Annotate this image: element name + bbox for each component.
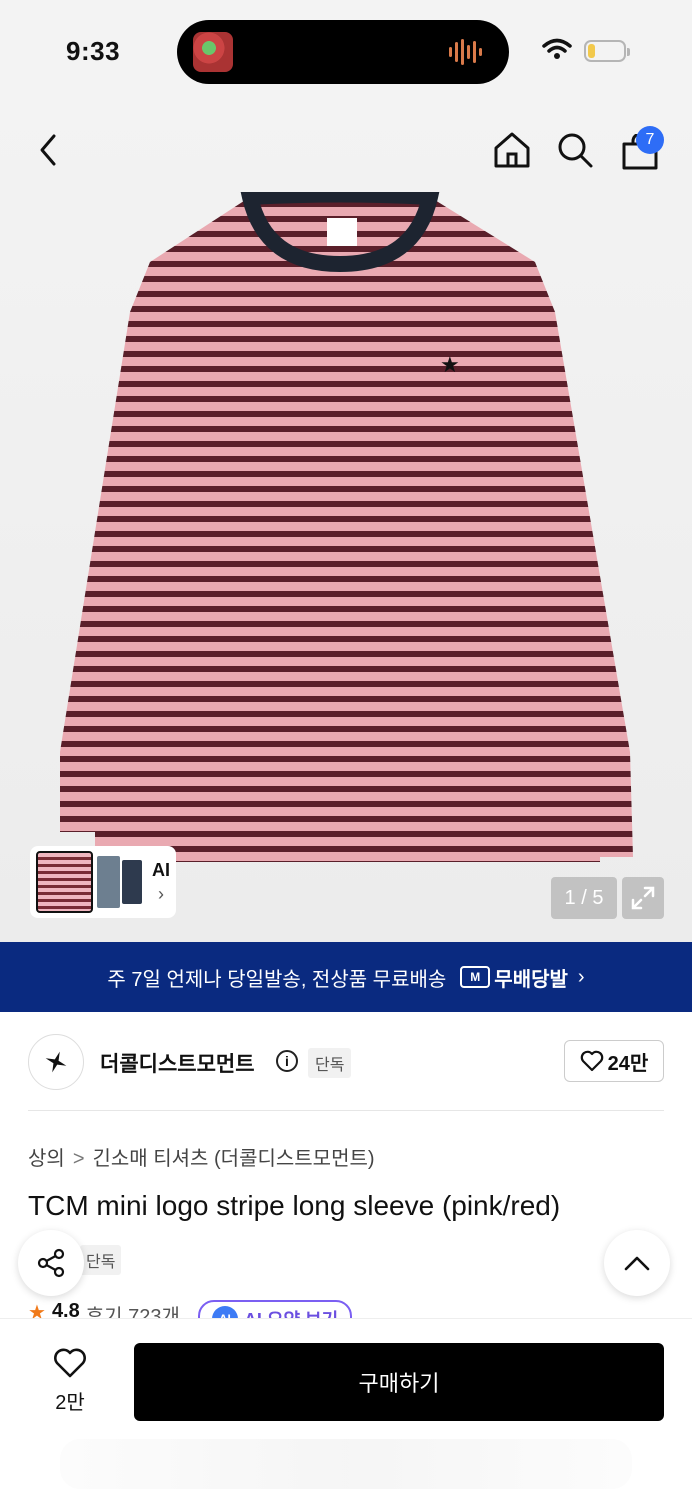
battery-icon <box>584 40 630 62</box>
free-delivery-badge: M 무배당발 <box>460 963 568 992</box>
breadcrumb-subcategory[interactable]: 긴소매 티셔츠 (더콜디스트모먼트) <box>93 1148 375 1170</box>
bottom-action-bar: 2만 구매하기 <box>0 1318 692 1500</box>
breadcrumb-separator: > <box>72 1148 85 1170</box>
heart-icon <box>54 1348 86 1378</box>
expand-icon[interactable] <box>622 877 664 919</box>
image-counter: 1 / 5 <box>551 877 617 919</box>
exclusive-badge: 단독 <box>308 1048 352 1078</box>
audio-wave-icon <box>449 38 489 66</box>
breadcrumb-category[interactable]: 상의 <box>28 1148 65 1170</box>
home-icon[interactable] <box>492 130 532 170</box>
ai-thumbnail-strip[interactable]: AI › <box>30 846 176 918</box>
product-like-button[interactable]: 2만 <box>40 1347 100 1415</box>
delivery-truck-icon: M <box>460 966 491 988</box>
top-nav: 7 <box>0 100 692 200</box>
dynamic-island[interactable] <box>177 20 509 84</box>
divider <box>28 1110 664 1111</box>
product-like-count: 2만 <box>55 1392 85 1414</box>
cart-count-badge: 7 <box>636 126 664 154</box>
chevron-right-icon: › <box>577 965 585 988</box>
brand-like-button[interactable]: 24만 <box>564 1040 664 1082</box>
thumbnail[interactable] <box>96 856 121 908</box>
product-image: ★ <box>60 192 633 862</box>
back-icon[interactable] <box>34 132 62 168</box>
heart-icon <box>580 1050 603 1072</box>
brand-like-count: 24만 <box>607 1052 649 1075</box>
status-bar: 9:33 <box>0 0 692 100</box>
brand-name[interactable]: 더콜디스트모먼트 <box>100 1048 255 1078</box>
brand-row: 더콜디스트모먼트 i 단독 24만 <box>28 1030 664 1094</box>
status-time: 9:33 <box>66 36 121 66</box>
buy-button[interactable]: 구매하기 <box>134 1343 664 1421</box>
now-playing-artwork <box>193 32 233 72</box>
chevron-right-icon: › <box>158 884 164 904</box>
share-icon[interactable] <box>18 1230 84 1296</box>
home-indicator <box>60 1439 632 1489</box>
product-title: TCM mini logo stripe long sleeve (pink/r… <box>28 1190 561 1221</box>
ai-thumbnail-button[interactable]: AI › <box>152 858 170 906</box>
exclusive-tag: 단독 <box>80 1245 122 1275</box>
breadcrumb: 상의 > 긴소매 티셔츠 (더콜디스트모먼트) <box>28 1142 375 1171</box>
svg-text:★: ★ <box>440 352 460 377</box>
delivery-banner[interactable]: 주 7일 언제나 당일발송, 전상품 무료배송 M 무배당발 › <box>0 942 692 1012</box>
search-icon[interactable] <box>555 130 595 170</box>
info-icon[interactable]: i <box>276 1050 298 1072</box>
brand-logo[interactable] <box>28 1034 84 1090</box>
chevron-up-icon[interactable] <box>604 1230 670 1296</box>
banner-text: 주 7일 언제나 당일발송, 전상품 무료배송 <box>107 968 447 991</box>
product-gallery[interactable]: 7 ★ AI › 1 / 5 <box>0 100 692 942</box>
thumbnail[interactable] <box>122 860 142 904</box>
thumbnail-selected[interactable] <box>36 851 93 913</box>
wifi-icon <box>542 38 572 59</box>
